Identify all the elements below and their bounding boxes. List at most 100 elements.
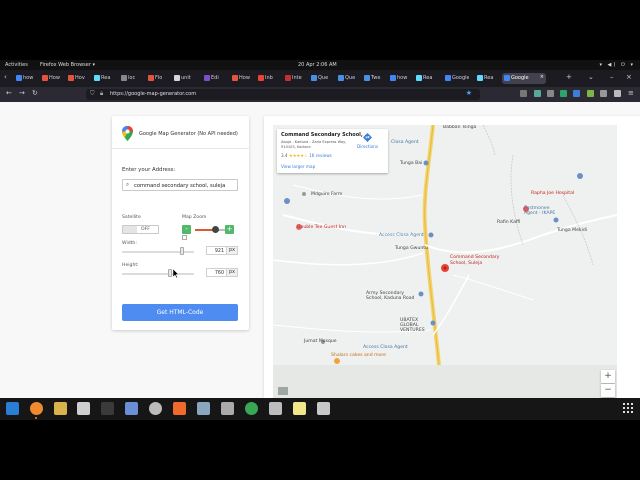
dock-notes-icon[interactable] bbox=[293, 402, 306, 415]
address-input[interactable]: ⌕ command secondary school, suleja bbox=[122, 179, 238, 191]
system-menu[interactable]: ▾ ◀) ⏻ ▾ bbox=[599, 62, 635, 68]
lock-icon[interactable]: 🔒︎ bbox=[100, 90, 103, 98]
browser-tab[interactable]: Rea bbox=[414, 73, 440, 84]
url-text[interactable]: https://google-map-generator.com bbox=[110, 91, 196, 97]
satellite-toggle[interactable]: OFF bbox=[122, 225, 159, 234]
tab-label[interactable]: how bbox=[397, 75, 407, 81]
account-icon[interactable] bbox=[614, 90, 621, 97]
zoom-slider-knob[interactable] bbox=[211, 226, 219, 233]
directions-icon[interactable] bbox=[363, 133, 372, 142]
dock-chrome-icon[interactable] bbox=[245, 402, 258, 415]
tab-label[interactable]: Que bbox=[318, 75, 328, 81]
address-value[interactable]: command secondary school, suleja bbox=[134, 183, 225, 189]
dock-app-orange-icon[interactable] bbox=[173, 402, 186, 415]
tab-label[interactable]: Twe bbox=[371, 75, 380, 81]
zoom-checkbox[interactable] bbox=[182, 235, 187, 240]
width-value[interactable]: 921 bbox=[215, 249, 224, 254]
shield-icon[interactable]: ⛉ bbox=[90, 90, 95, 98]
tab-label[interactable]: Rea bbox=[484, 75, 493, 81]
dock-app-blue-icon[interactable] bbox=[125, 402, 138, 415]
dock-firefox-icon[interactable] bbox=[30, 402, 43, 415]
bookmark-star-icon[interactable]: ★ bbox=[466, 89, 472, 97]
view-larger-map-link[interactable]: View larger map bbox=[281, 164, 315, 169]
extension-icon-2[interactable] bbox=[573, 90, 580, 97]
zoom-out-button[interactable]: - bbox=[182, 225, 191, 234]
new-tab-button[interactable]: + bbox=[566, 73, 572, 81]
browser-tab[interactable]: how bbox=[388, 73, 414, 84]
dock-settings-icon[interactable] bbox=[149, 402, 162, 415]
forward-icon[interactable]: → bbox=[19, 89, 25, 97]
browser-tab[interactable]: Que bbox=[336, 73, 362, 84]
reviews-link[interactable]: 16 reviews bbox=[309, 153, 332, 158]
dock-trash-icon[interactable] bbox=[269, 402, 282, 415]
browser-tab[interactable]: Flo bbox=[146, 73, 172, 84]
browser-tab[interactable]: Hov bbox=[66, 73, 92, 84]
extension-icon-3[interactable] bbox=[587, 90, 594, 97]
height-slider-track[interactable] bbox=[122, 273, 194, 275]
show-applications-icon[interactable] bbox=[623, 403, 633, 414]
browser-tab[interactable]: Que bbox=[309, 73, 335, 84]
browser-tab[interactable]: unit bbox=[172, 73, 198, 84]
map-zoom-in-button[interactable]: + bbox=[601, 370, 615, 383]
embedded-map[interactable]: Command Secondary School, ... Abuja - Ka… bbox=[273, 125, 617, 398]
extension-icon-1[interactable] bbox=[560, 90, 567, 97]
get-html-code-button[interactable]: Get HTML-Code bbox=[122, 304, 238, 321]
download-icon[interactable] bbox=[534, 90, 541, 97]
dock-app-gray-icon[interactable] bbox=[221, 402, 234, 415]
back-icon[interactable]: ← bbox=[6, 89, 12, 97]
minimize-icon[interactable]: – bbox=[610, 73, 614, 81]
reload-icon[interactable]: ↻ bbox=[32, 89, 38, 97]
browser-tab[interactable]: how bbox=[14, 73, 40, 84]
tab-label[interactable]: Google bbox=[511, 75, 529, 81]
browser-tab[interactable]: Inte bbox=[283, 73, 309, 84]
height-input[interactable]: 760 px bbox=[206, 268, 238, 277]
dock-app-mixed-icon[interactable] bbox=[197, 402, 210, 415]
tab-label[interactable]: how bbox=[23, 75, 33, 81]
height-slider-knob[interactable] bbox=[167, 269, 172, 277]
extension-icon-4[interactable] bbox=[600, 90, 607, 97]
tab-label[interactable]: How bbox=[49, 75, 60, 81]
pocket-icon[interactable] bbox=[520, 90, 527, 97]
tab-label[interactable]: loc bbox=[128, 75, 135, 81]
browser-tab[interactable]: How bbox=[40, 73, 66, 84]
browser-tab[interactable]: Google × bbox=[502, 73, 546, 84]
browser-tab[interactable]: Google bbox=[443, 73, 469, 84]
tab-label[interactable]: unit bbox=[181, 75, 191, 81]
library-icon[interactable] bbox=[547, 90, 554, 97]
tab-label[interactable]: Hov bbox=[75, 75, 85, 81]
tab-label[interactable]: Rea bbox=[423, 75, 432, 81]
browser-tab[interactable]: How bbox=[230, 73, 256, 84]
height-value[interactable]: 760 bbox=[215, 271, 224, 276]
tab-label[interactable]: Rea bbox=[101, 75, 110, 81]
clock[interactable]: 20 Apr 2:06 AM bbox=[298, 62, 337, 68]
dock-vscode-icon[interactable] bbox=[6, 402, 19, 415]
tab-label[interactable]: Inb bbox=[265, 75, 273, 81]
hamburger-menu-icon[interactable]: ≡ bbox=[628, 89, 634, 97]
width-slider-knob[interactable] bbox=[179, 247, 184, 255]
dock-app-yellow-icon[interactable] bbox=[54, 402, 67, 415]
dock-drive-icon[interactable] bbox=[317, 402, 330, 415]
url-bar[interactable]: ⛉ 🔒︎ https://google-map-generator.com ★ bbox=[86, 89, 480, 100]
tab-label[interactable]: How bbox=[239, 75, 250, 81]
tab-label[interactable]: Inte bbox=[292, 75, 302, 81]
zoom-in-button[interactable]: + bbox=[225, 225, 234, 234]
browser-tab[interactable]: Rea bbox=[475, 73, 501, 84]
tab-label[interactable]: Google bbox=[452, 75, 469, 81]
directions-link[interactable]: Directions bbox=[357, 144, 378, 149]
tab-label[interactable]: Flo bbox=[155, 75, 162, 81]
tab-list-icon[interactable]: ⌄ bbox=[588, 73, 594, 81]
tab-label[interactable]: Edi bbox=[211, 75, 219, 81]
activities-button[interactable]: Activities bbox=[5, 62, 28, 68]
browser-tab[interactable]: Edi bbox=[202, 73, 228, 84]
close-tab-icon[interactable]: × bbox=[540, 74, 544, 80]
browser-tab[interactable]: loc bbox=[119, 73, 145, 84]
dock-terminal-icon[interactable] bbox=[101, 402, 114, 415]
toggle-knob[interactable] bbox=[123, 226, 137, 233]
close-window-icon[interactable]: × bbox=[626, 73, 632, 81]
tab-back-icon[interactable]: ‹ bbox=[4, 73, 7, 81]
map-zoom-out-button[interactable]: − bbox=[601, 384, 615, 397]
browser-tab[interactable]: Rea bbox=[92, 73, 118, 84]
app-menu[interactable]: Firefox Web Browser ▾ bbox=[40, 62, 95, 68]
tab-label[interactable]: Que bbox=[345, 75, 355, 81]
browser-tab[interactable]: Inb bbox=[256, 73, 282, 84]
